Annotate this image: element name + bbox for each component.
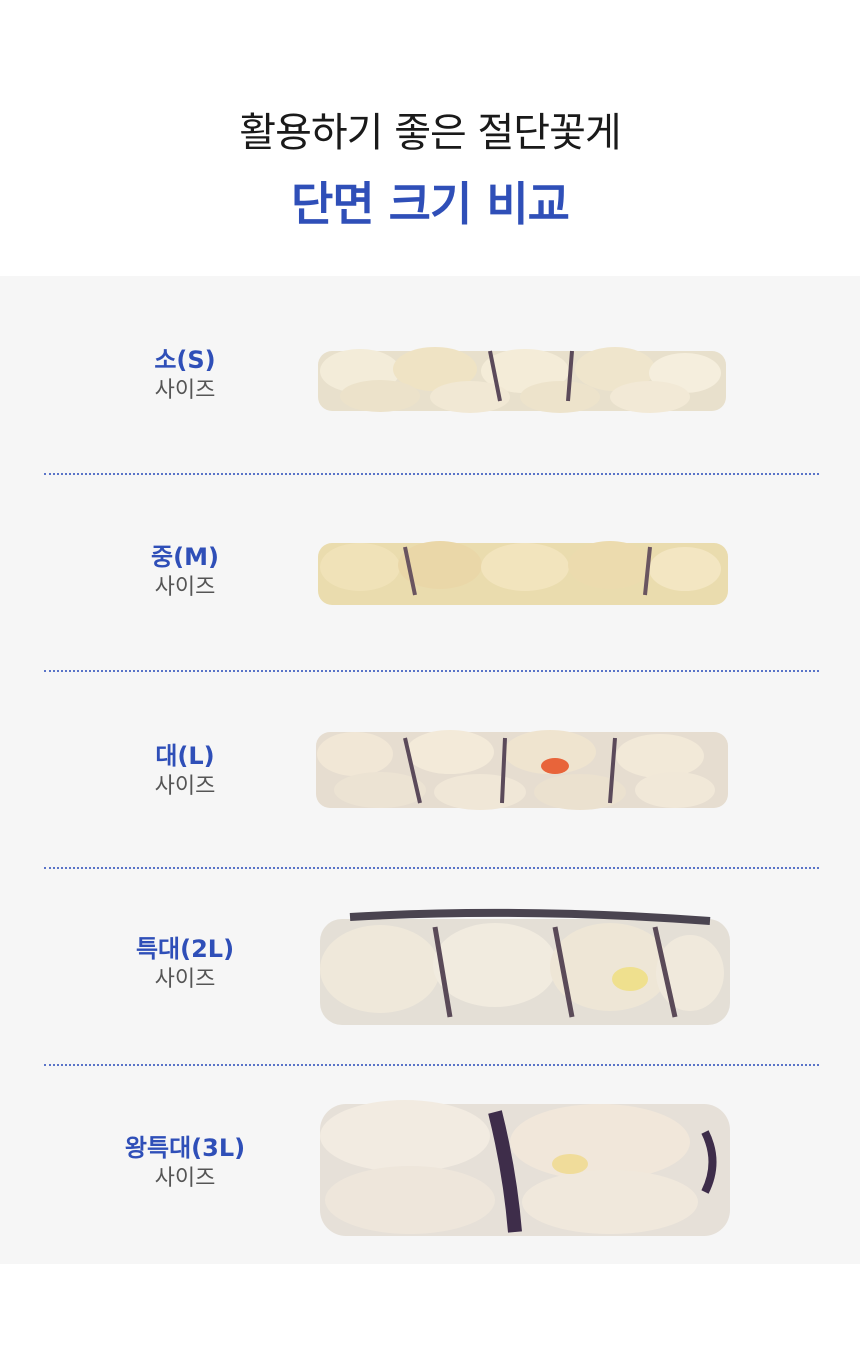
crab-cross-section-image-2l xyxy=(310,907,735,1032)
size-label-2l: 특대(2L) 사이즈 xyxy=(85,933,285,995)
headline-title: 활용하기 좋은 절단꽃게 xyxy=(239,110,621,156)
size-sub: 사이즈 xyxy=(154,575,216,600)
size-row-2l: 특대(2L) 사이즈 xyxy=(0,867,860,1064)
crab-cross-section-image-s xyxy=(310,331,735,421)
size-sub: 사이즈 xyxy=(154,774,216,799)
size-name: 소(S) xyxy=(154,346,216,374)
crab-cross-section-image-m xyxy=(310,525,735,615)
size-label-3l: 왕특대(3L) 사이즈 xyxy=(85,1132,285,1194)
size-sub: 사이즈 xyxy=(154,1166,216,1191)
headline-subtitle: 단면 크기 비교 xyxy=(291,177,570,231)
size-row-3l: 왕특대(3L) 사이즈 xyxy=(0,1064,860,1261)
size-sub: 사이즈 xyxy=(154,378,216,403)
size-label-m: 중(M) 사이즈 xyxy=(85,541,285,603)
size-sub: 사이즈 xyxy=(154,967,216,992)
size-name: 왕특대(3L) xyxy=(124,1134,246,1162)
size-row-l: 대(L) 사이즈 xyxy=(0,670,860,867)
crab-cross-section-image-3l xyxy=(310,1092,735,1242)
size-label-l: 대(L) 사이즈 xyxy=(85,740,285,802)
size-name: 특대(2L) xyxy=(135,935,235,963)
size-row-s: 소(S) 사이즈 xyxy=(0,276,860,473)
page-header: 활용하기 좋은 절단꽃게 단면 크기 비교 xyxy=(0,0,860,276)
size-name: 중(M) xyxy=(151,543,219,571)
size-label-s: 소(S) 사이즈 xyxy=(85,344,285,406)
size-name: 대(L) xyxy=(155,742,215,770)
size-row-m: 중(M) 사이즈 xyxy=(0,473,860,670)
size-comparison-panel: 소(S) 사이즈 중(M) 사이즈 대(L) 사이즈 특대(2L) 사이즈 왕특… xyxy=(0,276,860,1264)
crab-cross-section-image-l xyxy=(310,718,735,818)
